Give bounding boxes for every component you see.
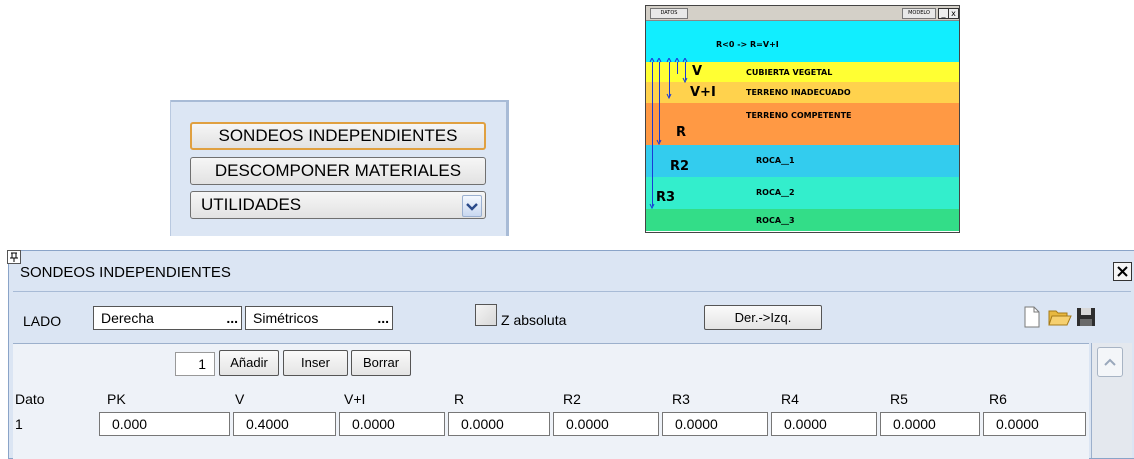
diagram-titlebar: DATOS MODELO _ x: [646, 6, 959, 21]
data-grid-background: 1 Añadir Inser Borrar Dato PK V V+I R R2…: [13, 344, 1089, 459]
column-header-pk: PK: [107, 391, 126, 407]
mirror-button[interactable]: Der.->Izq.: [704, 305, 822, 330]
cell-r[interactable]: 0.0000: [448, 412, 550, 436]
top-band: R<0 -> R=V+I: [646, 21, 959, 62]
save-icon[interactable]: [1076, 306, 1096, 328]
new-file-icon[interactable]: [1022, 306, 1042, 328]
utilidades-select-value: UTILIDADES: [201, 195, 302, 214]
close-icon: [1117, 266, 1128, 277]
lado-label: LADO: [23, 313, 62, 329]
column-header-r: R: [454, 391, 465, 407]
marker-r3: R3: [656, 190, 676, 205]
cell-r2[interactable]: 0.0000: [553, 412, 659, 436]
layer-label: CUBIERTA VEGETAL: [746, 68, 833, 77]
arrow-heads: [649, 58, 688, 210]
column-header-r5: R5: [890, 391, 908, 407]
strata-diagram: DATOS MODELO _ x R<0 -> R=V+I CUBIERTA V…: [645, 5, 960, 233]
window-title: SONDEOS INDEPENDIENTES: [20, 264, 231, 281]
column-header-dato: Dato: [15, 391, 45, 407]
menu-panel: SONDEOS INDEPENDIENTES DESCOMPONER MATER…: [170, 100, 509, 236]
panel-top-border: [171, 100, 506, 102]
cell-r4[interactable]: 0.0000: [771, 412, 877, 436]
z-absoluta-label: Z absoluta: [501, 312, 567, 328]
marker-r: R: [676, 125, 687, 140]
close-icon[interactable]: x: [948, 8, 959, 19]
insert-button[interactable]: Inser: [283, 350, 348, 376]
cell-pk[interactable]: 0.000: [99, 412, 230, 436]
marker-r2: R2: [670, 159, 690, 174]
chevron-down-icon[interactable]: [462, 195, 482, 217]
marker-v-plus-i: V+I: [690, 85, 716, 100]
column-header-r4: R4: [781, 391, 799, 407]
z-absoluta-checkbox[interactable]: [475, 304, 497, 326]
layer-roca-3: ROCA__3: [646, 209, 959, 231]
divider: [13, 291, 1131, 292]
side-dropdown-value: Derecha: [101, 310, 154, 326]
cell-v[interactable]: 0.4000: [233, 412, 336, 436]
column-header-r6: R6: [989, 391, 1007, 407]
row-counter[interactable]: 1: [175, 352, 215, 376]
delete-button[interactable]: Borrar: [351, 350, 411, 376]
sondeos-independientes-button[interactable]: SONDEOS INDEPENDIENTES: [190, 122, 486, 150]
layer-label: TERRENO INADECUADO: [746, 88, 851, 97]
layer-label: ROCA__3: [756, 216, 795, 225]
diagram-title-right: MODELO: [902, 8, 936, 19]
data-grid: 1 Añadir Inser Borrar Dato PK V V+I R R2…: [13, 343, 1089, 459]
pin-icon[interactable]: [7, 250, 21, 264]
descomponer-materiales-button[interactable]: DESCOMPONER MATERIALES: [190, 157, 486, 185]
cell-r5[interactable]: 0.0000: [880, 412, 980, 436]
cell-r3[interactable]: 0.0000: [662, 412, 768, 436]
cell-r6[interactable]: 0.0000: [983, 412, 1086, 436]
scroll-up-icon[interactable]: [1097, 347, 1123, 377]
diagram-title: DATOS: [650, 8, 688, 19]
row-dato: 1: [15, 416, 23, 432]
mode-dropdown[interactable]: Simétricos ...: [245, 306, 393, 330]
layer-label: ROCA__1: [756, 156, 795, 165]
layer-label: TERRENO COMPETENTE: [746, 111, 852, 120]
marker-v: V: [692, 64, 703, 79]
close-button[interactable]: [1113, 262, 1132, 281]
column-header-r2: R2: [563, 391, 581, 407]
ellipsis-icon: ...: [377, 310, 389, 326]
add-button[interactable]: Añadir: [219, 350, 279, 376]
utilidades-select[interactable]: UTILIDADES: [190, 191, 486, 219]
open-folder-icon[interactable]: [1048, 306, 1072, 328]
formula-label: R<0 -> R=V+I: [716, 40, 779, 49]
vertical-scrollbar[interactable]: [1091, 343, 1132, 458]
column-header-r3: R3: [672, 391, 690, 407]
side-dropdown[interactable]: Derecha ...: [93, 306, 242, 330]
column-header-v: V: [235, 391, 245, 407]
mode-dropdown-value: Simétricos: [253, 310, 319, 326]
cell-v-plus-i[interactable]: 0.0000: [339, 412, 445, 436]
column-header-v-plus-i: V+I: [344, 391, 366, 407]
ellipsis-icon: ...: [226, 310, 238, 326]
sondeos-independientes-window: SONDEOS INDEPENDIENTES LADO Derecha ... …: [7, 250, 1134, 459]
layer-label: ROCA__2: [756, 188, 795, 197]
